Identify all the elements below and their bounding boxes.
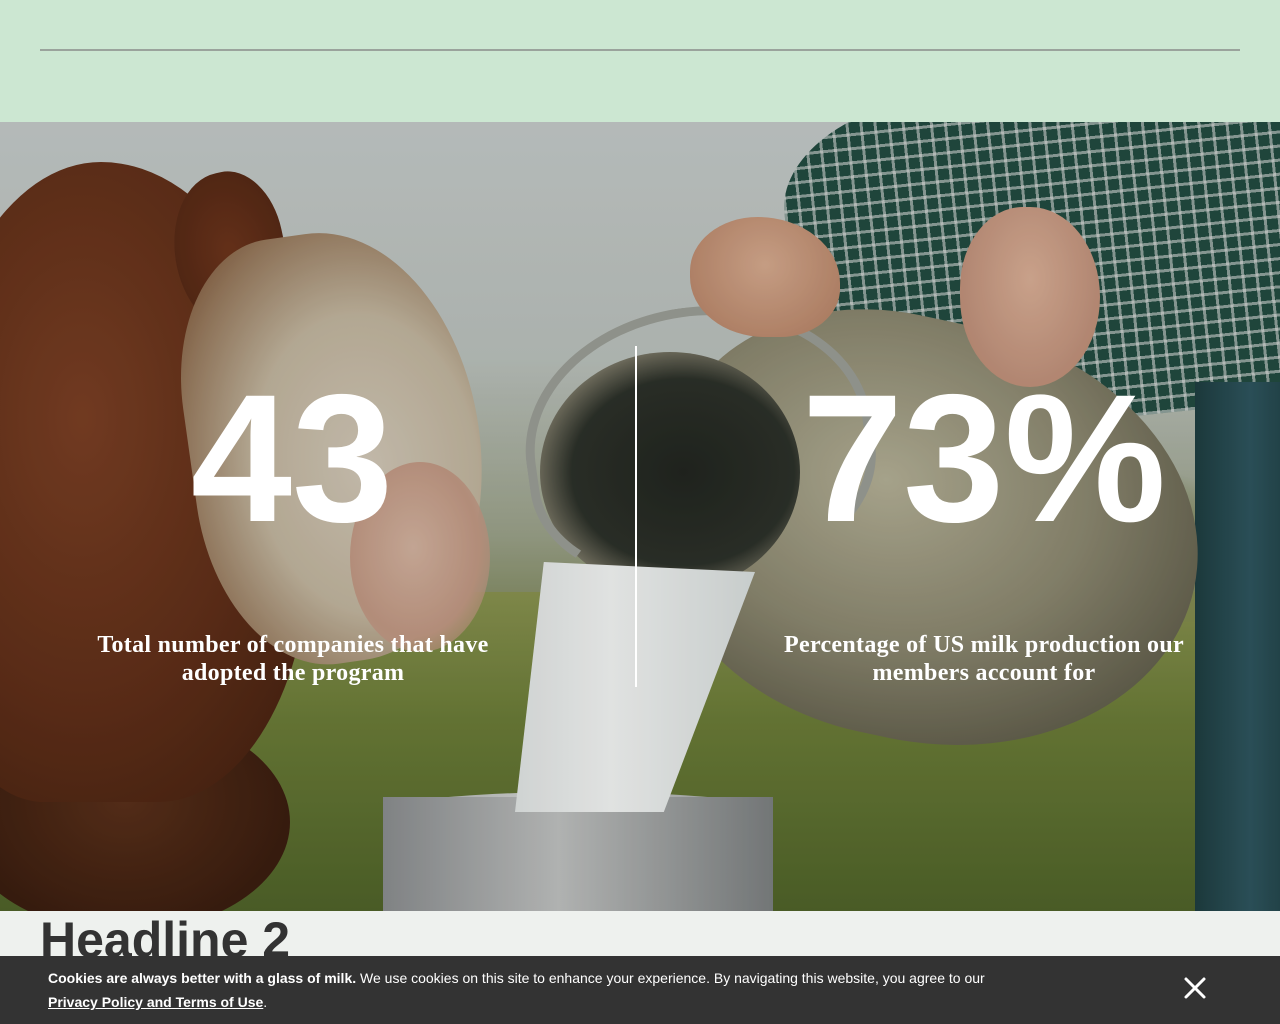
stat-label: Total number of companies that have adop… <box>97 632 489 686</box>
cookie-message: Cookies are always better with a glass o… <box>48 966 1028 1014</box>
privacy-policy-link[interactable]: Privacy Policy and Terms of Use <box>48 994 263 1010</box>
cookie-lead: Cookies are always better with a glass o… <box>48 970 357 986</box>
header-divider <box>40 49 1240 51</box>
stat-value: 73% <box>801 356 1167 560</box>
cookie-body: We use cookies on this site to enhance y… <box>356 970 985 986</box>
close-icon <box>1184 977 1206 999</box>
cookie-close-button[interactable] <box>1177 970 1213 1006</box>
top-header-band <box>0 0 1280 122</box>
hero-image: 43 Total number of companies that have a… <box>0 122 1280 911</box>
stat-divider <box>635 346 637 687</box>
cookie-banner: Cookies are always better with a glass o… <box>0 956 1280 1024</box>
cookie-trailing: . <box>263 994 268 1010</box>
stat-label: Percentage of US milk production our mem… <box>784 632 1184 686</box>
stat-value: 43 <box>190 356 394 560</box>
